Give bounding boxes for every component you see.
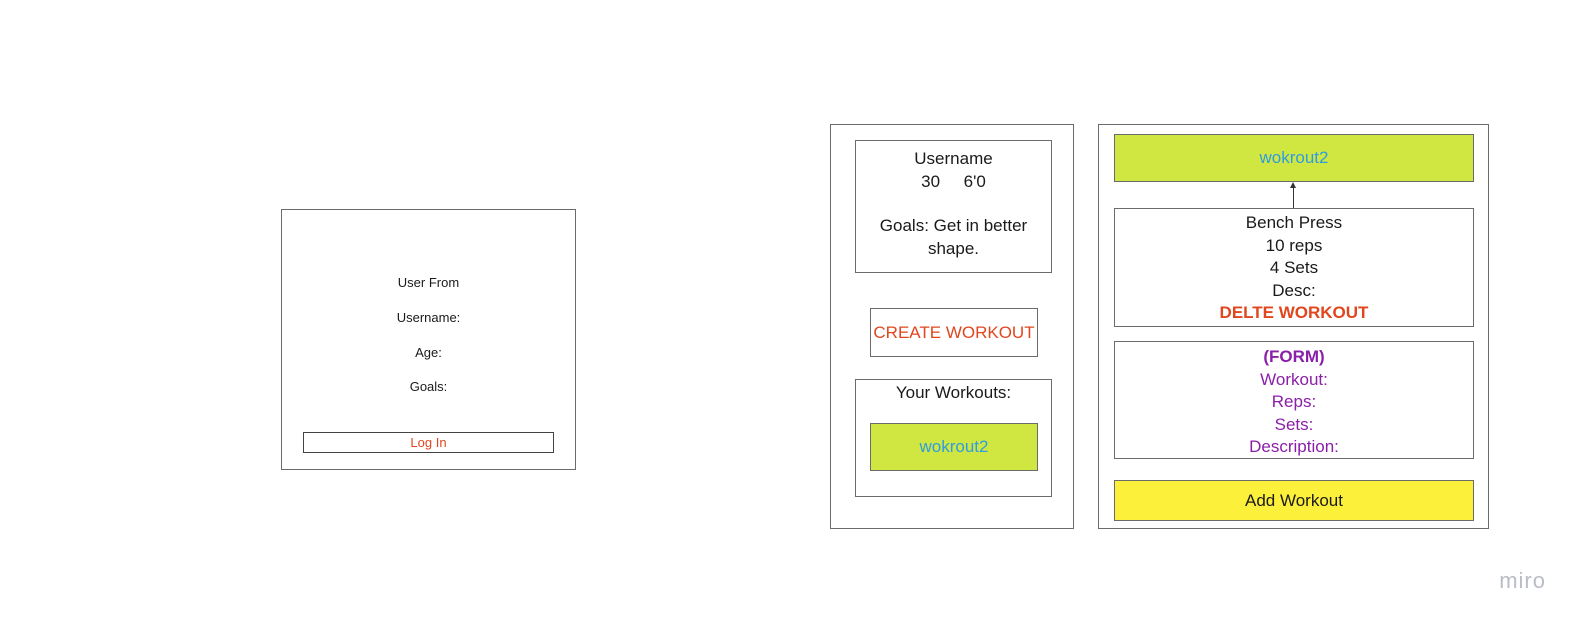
- workout-detail-panel: wokrout2 Bench Press 10 reps 4 Sets Desc…: [1098, 124, 1489, 529]
- goals-label: Goals:: [409, 379, 448, 394]
- form-sets-field[interactable]: Sets:: [1115, 414, 1473, 437]
- exercise-desc: Desc:: [1272, 280, 1316, 300]
- profile-card: Username 30 6'0 Goals: Get in better sha…: [855, 140, 1052, 273]
- profile-age-height: 30 6'0: [921, 171, 986, 191]
- login-form-title: User From: [397, 275, 460, 290]
- arrow-up-icon: [1290, 182, 1296, 188]
- workout-header-chip[interactable]: wokrout2: [1114, 134, 1474, 182]
- age-label: Age:: [415, 345, 442, 360]
- connector-line: [1293, 185, 1294, 208]
- form-title: (FORM): [1263, 347, 1325, 366]
- login-form-wireframe: User From Username: Age: Goals: Log In: [281, 209, 576, 470]
- workout-list-item[interactable]: wokrout2: [870, 423, 1038, 471]
- add-workout-button[interactable]: Add Workout: [1114, 480, 1474, 521]
- profile-username: Username: [914, 149, 993, 168]
- delete-workout-button[interactable]: DELTE WORKOUT: [1115, 302, 1473, 325]
- exercise-reps: 10 reps: [1265, 235, 1323, 255]
- profile-goals: Goals: Get in better shape.: [879, 216, 1028, 258]
- profile-panel: Username 30 6'0 Goals: Get in better sha…: [830, 124, 1074, 529]
- miro-watermark-logo: miro: [1499, 568, 1546, 593]
- exercise-sets: 4 Sets: [1269, 258, 1319, 277]
- login-button[interactable]: Log In: [303, 432, 554, 453]
- form-reps-field[interactable]: Reps:: [1115, 391, 1473, 414]
- workout-form-card: (FORM) Workout: Reps: Sets: Description:: [1114, 341, 1474, 459]
- form-workout-field[interactable]: Workout:: [1115, 369, 1473, 392]
- exercise-name: Bench Press: [1245, 213, 1343, 232]
- create-workout-button[interactable]: CREATE WORKOUT: [870, 308, 1038, 357]
- your-workouts-card: Your Workouts: wokrout2: [855, 379, 1052, 497]
- form-description-field[interactable]: Description:: [1115, 436, 1473, 458]
- your-workouts-title: Your Workouts:: [895, 383, 1012, 402]
- username-label: Username:: [396, 310, 461, 325]
- exercise-card: Bench Press 10 reps 4 Sets Desc: DELTE W…: [1114, 208, 1474, 327]
